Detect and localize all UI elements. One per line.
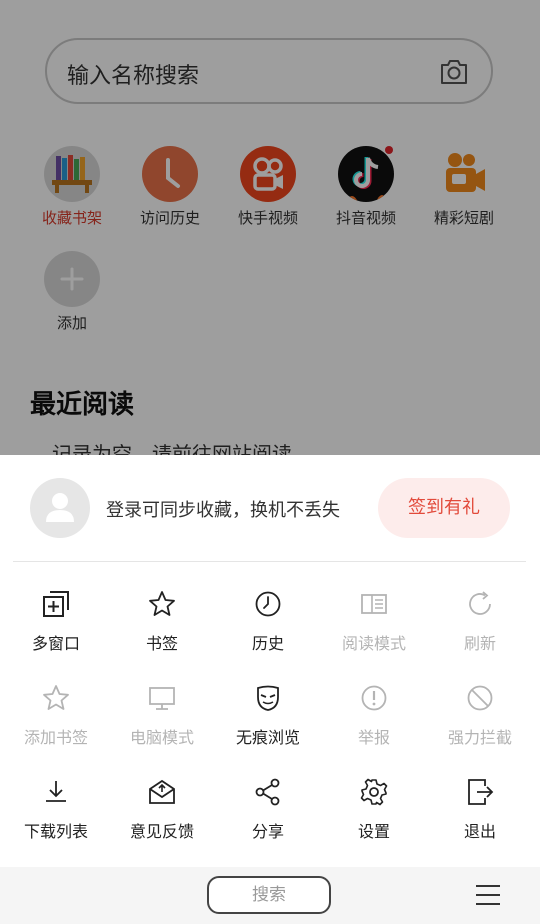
menu-label: 多窗口 [31,634,80,653]
signin-reward-button[interactable]: 签到有礼 [378,478,510,538]
menu-exit[interactable]: 退出 [430,777,530,842]
menu-settings[interactable]: 设置 [324,777,424,842]
menu-label: 无痕浏览 [235,728,300,747]
menu-label: 下载列表 [23,822,88,841]
menu-label: 强力拦截 [447,728,512,747]
menu-add-bookmark[interactable]: 添加书签 [6,683,106,748]
menu-reading-mode[interactable]: 阅读模式 [324,589,424,654]
menu-sheet: 登录可同步收藏，换机不丢失 签到有礼 多窗口 书签 历史 阅读模式 刷新 添加书… [0,455,540,867]
monitor-icon [149,687,175,710]
avatar[interactable] [30,478,90,538]
menu-desktop-mode[interactable]: 电脑模式 [112,683,212,748]
download-icon [46,781,66,802]
menu-incognito[interactable]: 无痕浏览 [218,683,318,748]
login-prompt[interactable]: 登录可同步收藏，换机不丢失 [106,496,340,522]
menu-label: 分享 [251,822,284,841]
mask-icon [257,685,279,711]
clock-icon [255,591,281,617]
menu-label: 历史 [251,634,284,653]
exit-icon [468,779,494,805]
menu-ad-block[interactable]: 强力拦截 [430,683,530,748]
menu-feedback[interactable]: 意见反馈 [112,777,212,842]
gear-icon [360,778,388,806]
bottom-bar: 搜索 [0,867,540,924]
menu-label: 退出 [463,822,496,841]
dim-overlay[interactable] [0,0,540,455]
multi-window-icon [43,591,69,617]
menu-label: 意见反馈 [129,822,194,841]
block-icon [467,685,493,711]
menu-multi-window[interactable]: 多窗口 [6,589,106,654]
menu-share[interactable]: 分享 [218,777,318,842]
refresh-icon [469,591,491,615]
menu-label: 书签 [145,634,178,653]
menu-icon[interactable] [474,883,502,907]
reading-mode-icon [361,594,387,614]
divider [13,561,526,562]
bottom-search-button[interactable]: 搜索 [207,876,331,914]
menu-label: 举报 [357,728,390,747]
menu-label: 刷新 [463,634,496,653]
menu-refresh[interactable]: 刷新 [430,589,530,654]
menu-label: 电脑模式 [129,728,194,747]
feedback-mail-icon [149,779,175,804]
share-icon [255,778,280,806]
menu-label: 阅读模式 [341,634,406,653]
menu-downloads[interactable]: 下载列表 [6,777,106,842]
menu-label: 添加书签 [23,728,88,747]
exclamation-icon [361,685,387,711]
menu-bookmarks[interactable]: 书签 [112,589,212,654]
star-icon [149,591,175,616]
menu-history[interactable]: 历史 [218,589,318,654]
menu-label: 设置 [357,822,390,841]
menu-report[interactable]: 举报 [324,683,424,748]
star-icon [43,685,69,710]
